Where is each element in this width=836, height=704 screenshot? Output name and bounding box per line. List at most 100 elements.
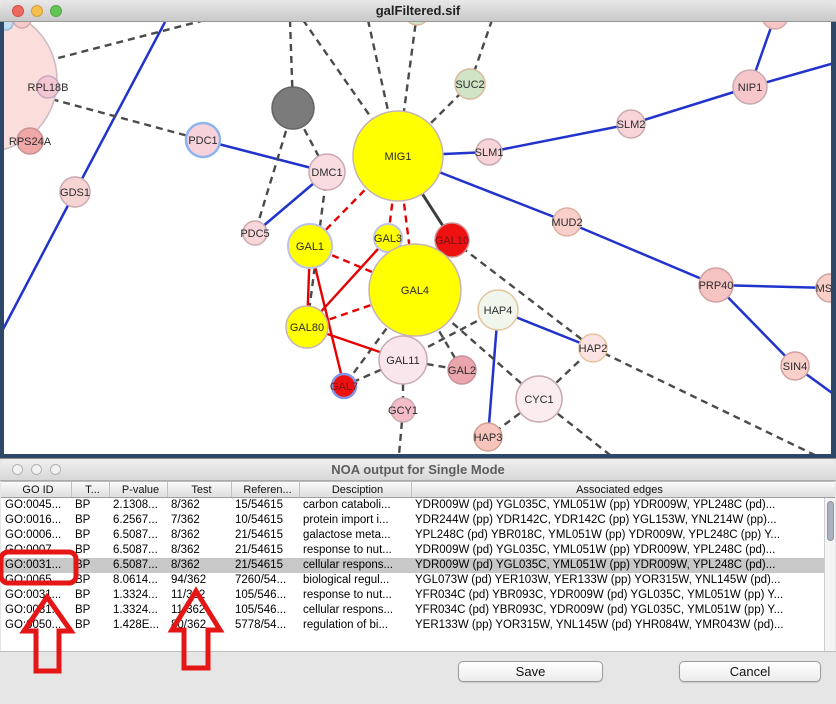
table-cell: GO:0050... <box>1 618 71 633</box>
network-edge-pp <box>4 192 75 335</box>
table-cell: BP <box>71 573 109 588</box>
table-cell: 8/362 <box>167 558 231 573</box>
table-cell: 2.1308... <box>109 498 167 513</box>
table-cell: GO:0045... <box>1 498 71 513</box>
network-node-pink_tr[interactable] <box>762 22 788 29</box>
node-label: GAL4 <box>401 285 429 297</box>
node-label: SIN4 <box>783 361 807 373</box>
noa-table-body: GO:0045...BP2.1308...8/36215/54615carbon… <box>1 498 824 651</box>
scrollbar-thumb[interactable] <box>827 501 834 541</box>
column-header[interactable]: Referen... <box>231 482 299 498</box>
node-label: SLM2 <box>617 119 646 131</box>
column-header[interactable]: Associated edges <box>411 482 823 498</box>
table-cell: BP <box>71 528 109 543</box>
table-cell: GO:0065... <box>1 573 71 588</box>
table-cell: YDR244W (pp) YDR142C, YDR142C (pp) YGL15… <box>411 513 815 528</box>
table-cell: response to nut... <box>299 588 411 603</box>
table-row[interactable]: GO:0065...BP8.0614...94/3627260/54...bio… <box>1 573 824 588</box>
network-edge-pp <box>75 22 165 192</box>
table-cell: 15/54615 <box>231 498 299 513</box>
table-cell: BP <box>71 603 109 618</box>
noa-window: NOA output for Single Mode GO IDT...P-va… <box>0 458 836 704</box>
column-header[interactable]: P-value <box>109 482 167 498</box>
table-cell: 21/54615 <box>231 528 299 543</box>
table-row[interactable]: GO:0031...BP1.3324...11/362105/546...res… <box>1 588 824 603</box>
network-window-titlebar[interactable]: galFiltered.sif <box>0 0 836 22</box>
network-edge-pp <box>631 87 750 124</box>
table-cell: 6.5087... <box>109 528 167 543</box>
table-row[interactable]: GO:0031...BP1.3324...11/362105/546...cel… <box>1 603 824 618</box>
table-cell: 6.5087... <box>109 558 167 573</box>
table-cell: 7260/54... <box>231 573 299 588</box>
node-label: GAL3 <box>374 233 402 245</box>
node-label: DMC1 <box>311 167 342 179</box>
table-cell: YFR034C (pd) YBR093C, YDR009W (pd) YGL03… <box>411 588 815 603</box>
table-row[interactable]: GO:0045...BP2.1308...8/36215/54615carbon… <box>1 498 824 513</box>
table-cell: BP <box>71 513 109 528</box>
network-window: galFiltered.sif RPL18B RPS24A GDS1 PDC1 PDC5… <box>0 0 836 458</box>
table-cell: GO:0007... <box>1 543 71 558</box>
table-row[interactable]: GO:0031...BP6.5087...8/36221/54615cellul… <box>1 558 824 573</box>
column-header[interactable]: GO ID <box>1 482 71 498</box>
noa-table-header[interactable]: GO IDT...P-valueTestReferen...Desciption… <box>1 481 835 498</box>
node-label: GAL7 <box>330 381 358 393</box>
table-cell: 11/362 <box>167 603 231 618</box>
network-edge-pd <box>452 240 593 348</box>
table-cell: YER133W (pp) YOR315W, YNL145W (pd) YHR08… <box>411 618 815 633</box>
cancel-button[interactable]: Cancel <box>679 661 821 682</box>
noa-window-title: NOA output for Single Mode <box>0 462 836 477</box>
node-label: MSL5 <box>816 283 831 295</box>
network-node-green_top[interactable] <box>405 22 429 25</box>
table-cell: 80/362 <box>167 618 231 633</box>
table-cell: GO:0016... <box>1 513 71 528</box>
table-cell: GO:0031... <box>1 603 71 618</box>
table-cell: cellular respons... <box>299 558 411 573</box>
node-label: GAL10 <box>435 235 469 247</box>
network-edge-pp <box>567 222 716 285</box>
table-cell: 8/362 <box>167 528 231 543</box>
column-header[interactable]: Test <box>167 482 231 498</box>
table-cell: YDR009W (pd) YGL035C, YML051W (pp) YDR00… <box>411 498 815 513</box>
table-cell: YGL073W (pd) YER103W, YER133W (pp) YOR31… <box>411 573 815 588</box>
node-label: HAP4 <box>484 305 513 317</box>
table-row[interactable]: GO:0006...BP6.5087...8/36221/54615galact… <box>1 528 824 543</box>
node-label: GAL1 <box>296 241 324 253</box>
network-canvas[interactable]: RPL18BRPS24AGDS1PDC1PDC5DMC1MIG1SUC2SLM1… <box>0 22 836 458</box>
noa-window-titlebar[interactable]: NOA output for Single Mode <box>0 459 836 481</box>
table-cell: 6.5087... <box>109 543 167 558</box>
table-cell: 6.2567... <box>109 513 167 528</box>
table-row[interactable]: GO:0050...BP1.428E...80/3625778/54...reg… <box>1 618 824 633</box>
node-label: RPL18B <box>28 82 69 94</box>
screen: galFiltered.sif RPL18B RPS24A GDS1 PDC1 PDC5… <box>0 0 836 704</box>
node-label: PRP40 <box>699 280 734 292</box>
save-button[interactable]: Save <box>458 661 603 682</box>
node-label: RPS24A <box>9 136 52 148</box>
node-label: GCY1 <box>388 405 418 417</box>
node-label: PDC5 <box>240 228 269 240</box>
table-cell: biological regul... <box>299 573 411 588</box>
column-header[interactable]: T... <box>71 482 109 498</box>
table-cell: BP <box>71 618 109 633</box>
table-cell: cellular respons... <box>299 603 411 618</box>
table-cell: carbon cataboli... <box>299 498 411 513</box>
node-label: HAP2 <box>579 343 608 355</box>
table-cell: BP <box>71 498 109 513</box>
table-cell: BP <box>71 588 109 603</box>
noa-footer: Save Cancel <box>0 651 836 704</box>
table-cell: YDR009W (pd) YGL035C, YML051W (pp) YDR00… <box>411 543 815 558</box>
table-cell: 11/362 <box>167 588 231 603</box>
table-cell: 21/54615 <box>231 543 299 558</box>
table-cell: BP <box>71 543 109 558</box>
node-label: PDC1 <box>188 135 217 147</box>
table-scrollbar[interactable] <box>824 498 835 651</box>
table-cell: 1.3324... <box>109 588 167 603</box>
network-node-gray1[interactable] <box>272 87 314 129</box>
table-cell: 5778/54... <box>231 618 299 633</box>
node-label: HAP3 <box>474 432 503 444</box>
table-cell: 1.428E... <box>109 618 167 633</box>
table-cell: regulation of bi... <box>299 618 411 633</box>
node-label: GDS1 <box>60 187 90 199</box>
column-header[interactable]: Desciption <box>299 482 411 498</box>
table-row[interactable]: GO:0016...BP6.2567...7/36210/54615protei… <box>1 513 824 528</box>
table-row[interactable]: GO:0007...BP6.5087...8/36221/54615respon… <box>1 543 824 558</box>
